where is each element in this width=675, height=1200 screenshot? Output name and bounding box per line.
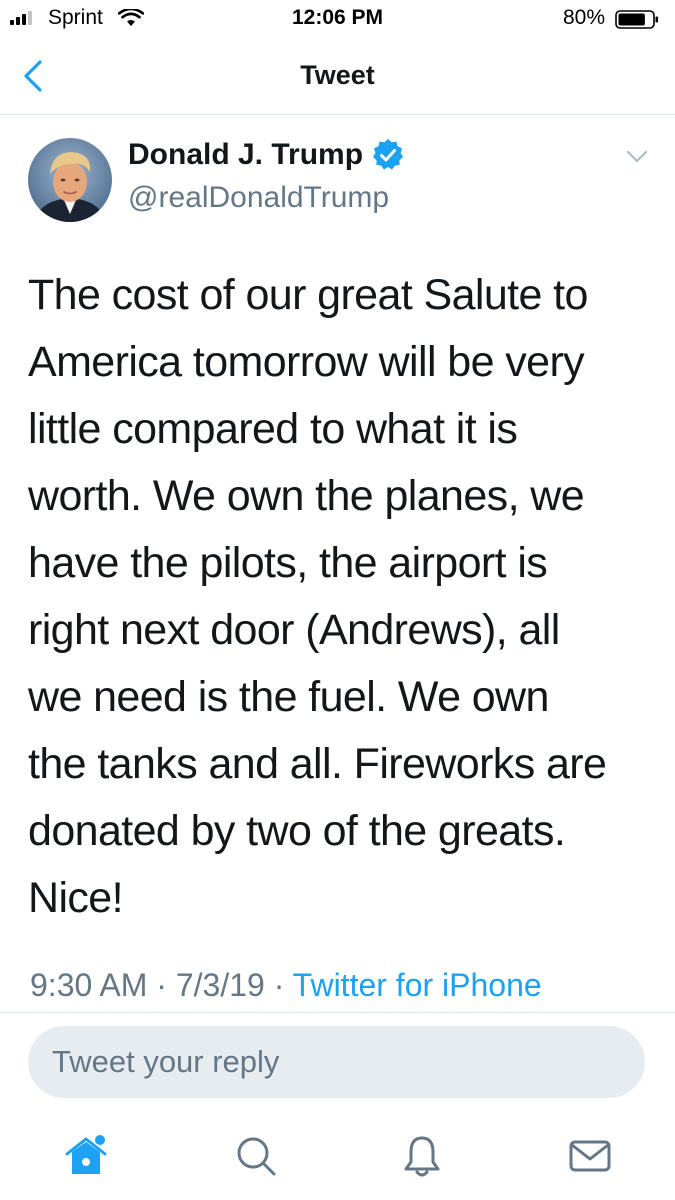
tweet-source-link[interactable]: Twitter for iPhone xyxy=(293,967,542,1003)
divider xyxy=(0,1012,675,1013)
reply-placeholder: Tweet your reply xyxy=(52,1044,280,1079)
search-icon[interactable] xyxy=(232,1132,280,1180)
tweet-text: The cost of our great Salute to America … xyxy=(28,262,653,932)
tweet-text-line: the tanks and all. Fireworks are xyxy=(28,740,607,788)
tweet-text-line: donated by two of the greats. xyxy=(28,807,566,855)
reply-input[interactable]: Tweet your reply xyxy=(28,1026,645,1098)
verified-badge-icon xyxy=(373,139,404,170)
battery-percent: 80% xyxy=(562,6,605,29)
author-name-row: Donald J. Trump xyxy=(128,138,405,172)
tab-bar xyxy=(0,1108,675,1200)
notifications-icon[interactable] xyxy=(398,1132,446,1180)
display-name[interactable]: Donald J. Trump xyxy=(128,138,363,172)
tweet-metadata: 9:30 AM · 7/3/19 · Twitter for iPhone xyxy=(30,967,542,1003)
username-handle[interactable]: @realDonaldTrump xyxy=(128,181,389,215)
tweet-text-line: have the pilots, the airport is xyxy=(28,539,548,587)
tweet-text-line: we need is the fuel. We own xyxy=(28,673,549,721)
chevron-down-icon[interactable] xyxy=(626,150,648,164)
tweet-text-line: The cost of our great Salute to xyxy=(28,271,588,319)
home-icon[interactable] xyxy=(62,1132,110,1180)
navigation-bar: Tweet xyxy=(0,38,675,115)
tweet-text-line: Nice! xyxy=(28,874,124,922)
page-title: Tweet xyxy=(300,60,375,90)
avatar[interactable] xyxy=(28,138,112,222)
tweet-date: 7/3/19 xyxy=(175,967,265,1003)
status-bar: Sprint 12:06 PM 80% xyxy=(0,0,675,38)
tweet-text-line: right next door (Andrews), all xyxy=(28,606,560,654)
battery-icon xyxy=(615,10,658,29)
tweet-text-line: little compared to what it is xyxy=(28,405,518,453)
tweet-time: 9:30 AM xyxy=(30,967,148,1003)
tweet-text-line: worth. We own the planes, we xyxy=(28,472,585,520)
tweet-text-line: America tomorrow will be very xyxy=(28,338,585,386)
messages-icon[interactable] xyxy=(566,1132,614,1180)
